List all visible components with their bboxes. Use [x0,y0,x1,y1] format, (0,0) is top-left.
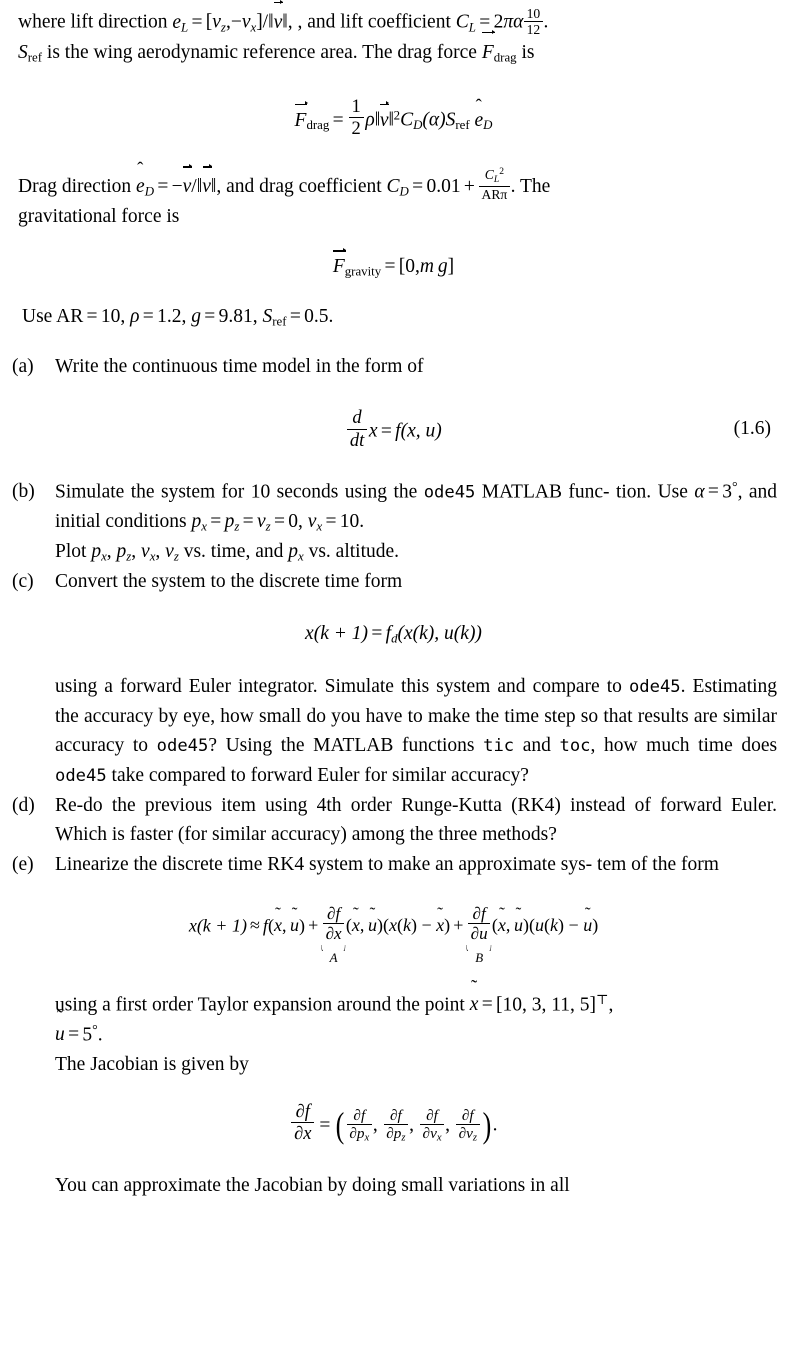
underbrace-B: ∂f ∂u B [466,904,492,965]
jacobian-paren-open: ( [335,1104,345,1145]
x-tilde-point: x [470,990,479,1020]
list-item-a: (a) Write the continuous time model in t… [0,352,787,382]
taylor-term-b-args: (x, u) [492,915,529,935]
taylor-point-pre: using a first order Taylor expansion aro… [55,994,465,1016]
u-tilde-point: u [55,1020,65,1050]
ode45-code-c3: ode45 [55,766,107,787]
u-tilde-1: u [290,915,299,936]
item-b-line1b: MATLAB func- [481,481,610,503]
item-b-line2-pre: tion. Use [615,481,688,503]
underbrace-label-a: A [329,949,338,965]
drag-direction-paragraph: Drag direction eD=−v/‖v‖, and drag coeff… [0,164,787,202]
drag-coefficient-symbol: C [386,176,400,198]
x-tilde-3: x [436,915,444,936]
velocity-vector-drag: v [379,101,390,131]
list-item-e: (e) Linearize the discrete time RK4 syst… [0,850,787,880]
velocity-vector-dragdir2: v [202,164,212,202]
underbrace-A: ∂f ∂x A [321,904,346,965]
lift-coefficient-fraction: 10 12 [524,6,543,38]
drag-force-lhs: F [294,101,308,131]
jacobian-lhs-fraction: ∂f ∂x [291,1101,315,1144]
equation-taylor-expansion: x(k + 1)≈f(x, u)+∂f∂xA(x, u)(x(k) − x)+∂… [0,904,787,965]
ode45-code-b: ode45 [423,482,476,503]
item-d-label: (d) [12,794,35,816]
intro-line1-mid: , and lift coefficient [297,11,451,33]
item-b-label: (b) [12,480,35,502]
item-a-label: (a) [12,355,34,377]
lift-coefficient-symbol: C [455,11,469,33]
one-half-fraction: 12 [348,96,364,139]
item-c-body-l2-pre: to [606,676,622,698]
item-c-body-l1: using a forward Euler integrator. Simula… [55,676,600,698]
gravitational-force-intro: gravitational force is [18,206,180,228]
drag-direction-symbol: e [136,172,145,202]
velocity-vector-dragdir: v [183,164,192,202]
jacobian-term-px: ∂f ∂px [346,1107,372,1145]
drag-unit-vector: e [475,110,484,132]
u-tilde-2: u [368,915,377,936]
equation-number-1-6: (1.6) [733,418,771,440]
jacobian-intro: The Jacobian is given by [55,1053,249,1075]
ode45-code-c2: ode45 [156,736,209,757]
taylor-delta-x: (x(k) − x) [383,915,450,935]
item-c-body: using a forward Euler integrator. Simula… [0,672,787,791]
velocity-vector-symbol: v [274,0,283,38]
equation-discrete-time: x(k + 1) = fd(x(k), u(k)) [305,622,482,646]
underbrace-label-b: B [475,949,484,965]
u-tilde-paragraph: u=5°. [0,1020,787,1050]
x-tilde-2: x [352,915,360,936]
item-d-line1: Re-do the previous item using 4th order … [55,794,626,816]
sref-symbol: S [18,41,28,63]
item-e-line1: Linearize the discrete time RK4 system t… [55,853,593,875]
jacobian-paren-close: ) [482,1104,491,1145]
x-tilde-4: x [498,915,506,936]
equation-drag-force: Fdrag=12ρ‖v‖2CD(α)Sref eD [0,96,787,139]
equation-gravity: Fgravity = [0,m g] [332,247,455,279]
item-b-line3: Plot px, pz, vx, vz vs. time, and px vs.… [55,540,400,564]
list-item-b: (b) Simulate the system for 10 seconds u… [12,478,778,534]
constants-line: Use AR = 10, ρ = 1.2, g = 9.81, Sref = 0.5. [22,305,334,329]
equation-1-6: d dt x = f(x, u) (1.6) [0,407,787,451]
item-e-label: (e) [12,853,34,875]
u-tilde-4: u [583,915,592,936]
item-d-line3: three methods? [438,824,557,846]
taylor-delta-u: (u(k) − u) [529,915,598,935]
closing-paragraph: You can approximate the Jacobian by doin… [55,1174,570,1196]
item-a-text: Write the continuous time model in the f… [55,355,424,377]
ode45-code-c1: ode45 [628,677,681,698]
intro-line1-prefix: where lift direction [18,11,168,33]
list-item-c: (c) Convert the system to the discrete t… [0,567,787,597]
document-page: where lift direction eL=[vz,−vx]/‖v‖, , … [0,0,787,1348]
item-c-body-l4-post: , how much time does [590,735,778,757]
intro-paragraph: where lift direction eL=[vz,−vx]/‖v‖, , … [0,0,787,38]
jacobian-term-pz: ∂f ∂pz [383,1107,409,1145]
list-item-d: (d) Re-do the previous item using 4th or… [0,791,787,850]
x-tilde-1: x [274,915,282,936]
jacobian-term-vz: ∂f ∂vz [455,1107,480,1145]
partial-f-partial-u-fraction: ∂f ∂u [468,904,491,944]
sref-description: is the wing aerodynamic reference area. … [46,41,477,63]
taylor-point-paragraph: using a first order Taylor expansion aro… [0,990,787,1020]
drag-coefficient-fraction: CL2 ARπ [479,167,510,202]
u-tilde-3: u [514,915,523,936]
tic-code: tic [483,736,515,757]
item-c-body-l3-post: ? [208,735,217,757]
taylor-term-a-args: (x, u) [346,915,383,935]
ddt-fraction: d dt [347,407,368,451]
lift-direction-symbol: e [172,8,181,38]
equation-jacobian: ∂f ∂x =(∂f ∂px, ∂f ∂pz, ∂f ∂vx, ∂f ∂vz). [0,1101,787,1144]
item-b-line1: Simulate the system for 10 seconds using… [55,481,418,503]
item-c-body-l4-mid: and [522,735,551,757]
item-e-line2: tem of the form [597,853,719,875]
jacobian-term-vx: ∂f ∂vx [419,1107,445,1145]
item-c-label: (c) [12,570,34,592]
toc-code: toc [559,736,591,757]
gravity-force-lhs: F [332,247,346,278]
item-c-line1: Convert the system to the discrete time … [55,570,403,592]
item-c-body-l5-post: take compared to forward Euler for simil… [111,765,529,787]
item-c-body-l4-pre: Using the MATLAB functions [225,735,475,757]
partial-f-partial-x-fraction: ∂f ∂x [323,904,345,944]
drag-force-symbol: F [482,29,495,68]
sref-paragraph: Sref is the wing aerodynamic reference a… [0,29,787,68]
